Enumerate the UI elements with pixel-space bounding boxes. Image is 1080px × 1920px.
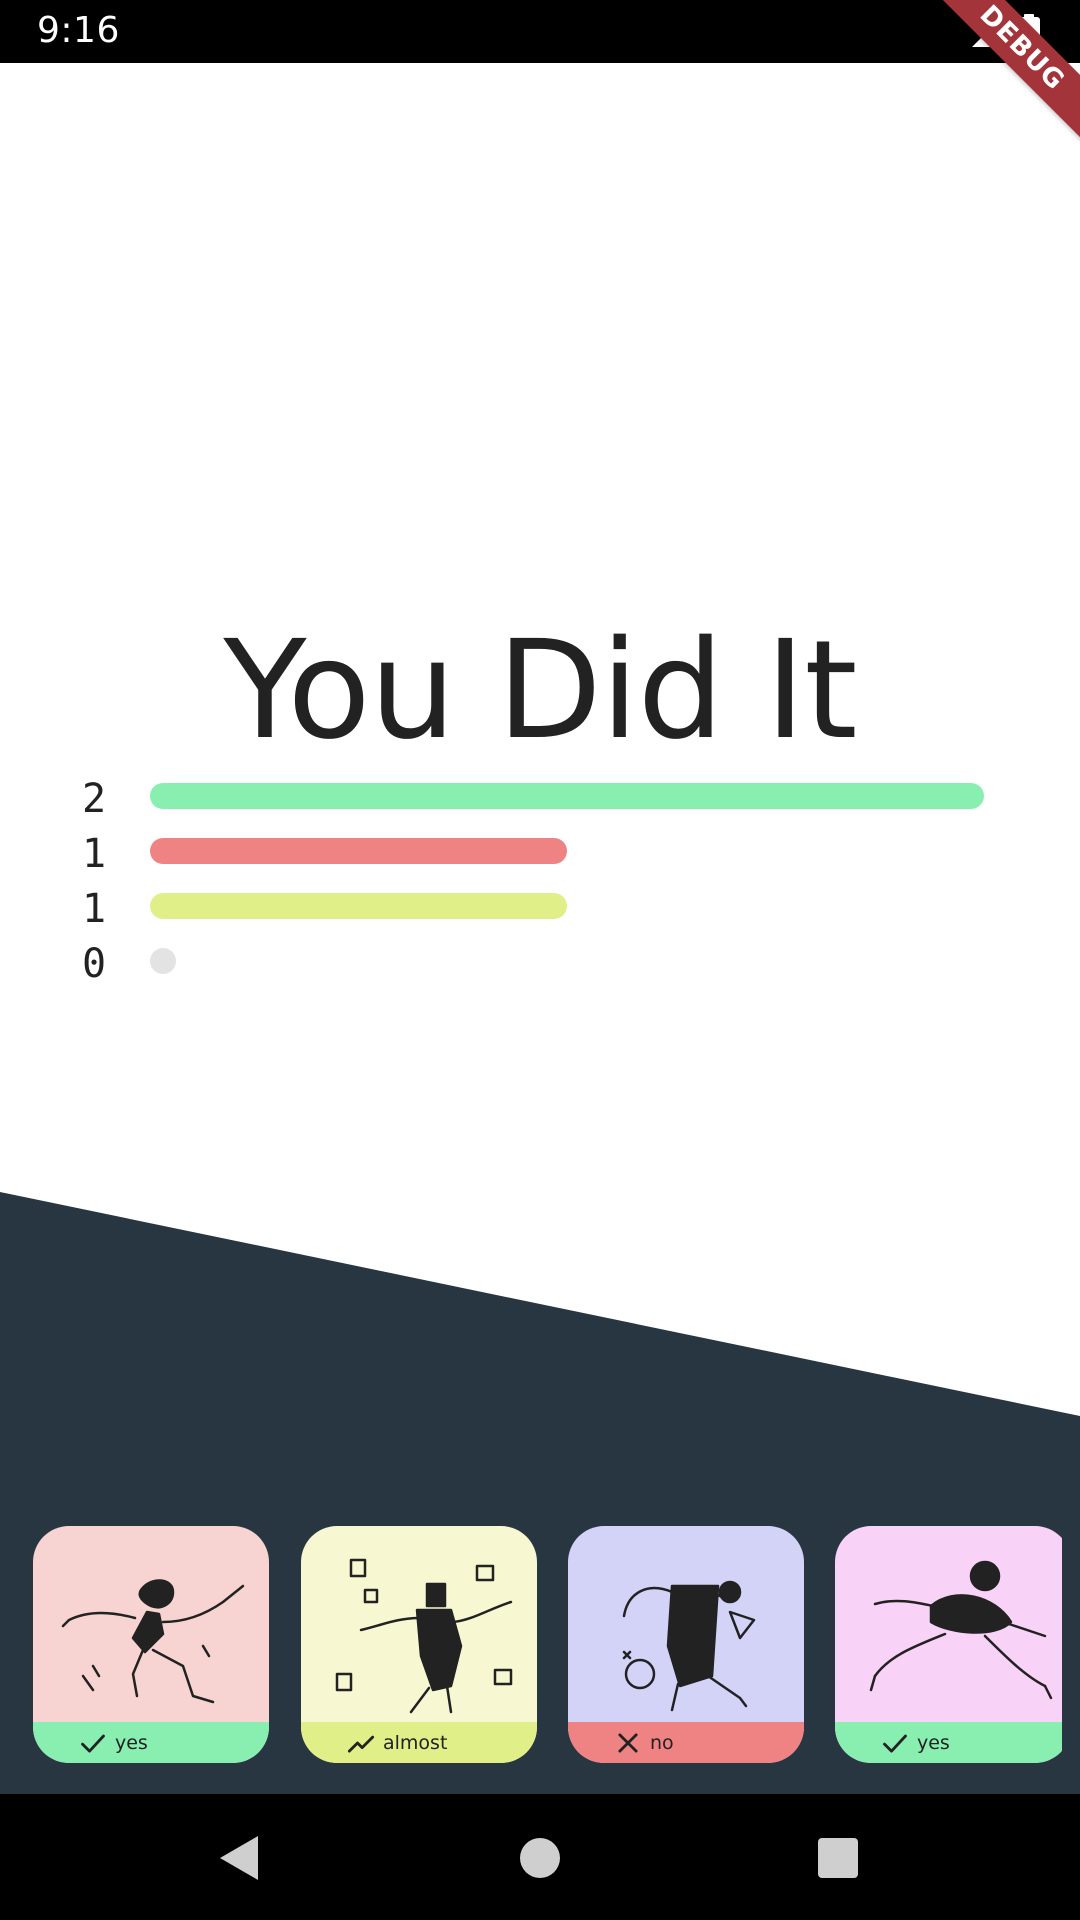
result-cards[interactable]: yes almost no yes <box>0 1526 1062 1763</box>
stat-row-wrong: 1 <box>80 825 1000 880</box>
page-title: You Did It <box>223 612 857 771</box>
result-card[interactable]: almost <box>301 1526 537 1763</box>
close-icon <box>618 1732 638 1753</box>
juggler-illustration <box>335 1558 513 1714</box>
stat-row-skipped: 0 <box>80 935 1000 990</box>
stat-count: 1 <box>82 886 107 932</box>
trend-up-icon <box>347 1735 375 1753</box>
card-footer: yes <box>33 1722 269 1763</box>
card-footer: yes <box>835 1722 1062 1763</box>
stat-bar <box>150 838 567 864</box>
stat-bar <box>150 893 567 919</box>
stat-row-almost: 1 <box>80 880 1000 935</box>
card-label: yes <box>917 1731 950 1754</box>
status-time: 9:16 <box>37 10 120 51</box>
stat-count: 1 <box>82 831 107 877</box>
check-icon <box>81 1734 105 1753</box>
navigation-bar <box>0 1794 1080 1920</box>
result-card[interactable]: yes <box>835 1526 1062 1763</box>
stat-row-correct: 2 <box>80 770 1000 825</box>
runner-illustration <box>869 1560 1053 1700</box>
card-footer: almost <box>301 1722 537 1763</box>
result-stats: 2 1 1 0 <box>80 770 1000 990</box>
stat-bar <box>150 783 984 809</box>
result-card[interactable]: no <box>568 1526 804 1763</box>
home-icon[interactable] <box>510 1828 570 1888</box>
stat-bar <box>150 948 176 974</box>
dancer-illustration <box>61 1579 245 1704</box>
status-bar: 9:16 <box>0 0 1080 63</box>
check-icon <box>883 1734 907 1753</box>
app-screen: 9:16 DEBUG You Did It 2 1 1 0 yes almost… <box>0 0 1080 1920</box>
card-label: yes <box>115 1731 148 1754</box>
card-label: no <box>650 1731 674 1754</box>
stat-count: 0 <box>82 941 107 987</box>
stat-count: 2 <box>82 776 107 822</box>
result-card[interactable]: yes <box>33 1526 269 1763</box>
kicker-illustration <box>622 1580 756 1712</box>
recents-icon[interactable] <box>808 1828 868 1888</box>
back-icon[interactable] <box>210 1828 270 1888</box>
card-label: almost <box>383 1731 448 1754</box>
card-footer: no <box>568 1722 804 1763</box>
